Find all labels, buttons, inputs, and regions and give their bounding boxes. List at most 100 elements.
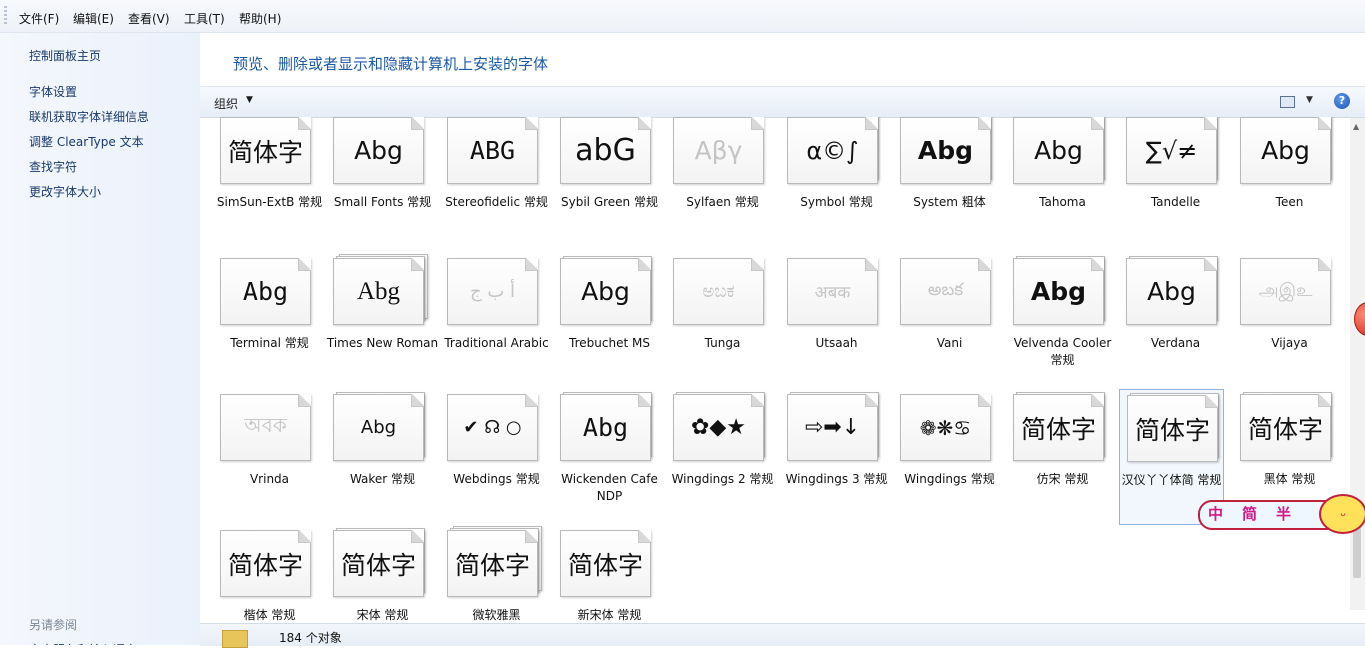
font-item[interactable]: 简体字 微软雅黑 [440, 525, 553, 623]
font-item[interactable]: Αβγ Sylfaen 常规 [666, 117, 779, 253]
page-front: abG [560, 117, 651, 184]
ime-chinese-mode-icon[interactable]: 中 [1208, 503, 1223, 524]
font-item[interactable]: Abg Tahoma [1006, 117, 1119, 253]
ime-simplified-icon[interactable]: 简 [1242, 503, 1257, 524]
font-sample-text: Abg [1261, 136, 1310, 165]
font-item[interactable]: Abg Terminal 常规 [213, 253, 326, 389]
font-item[interactable]: ∑√≠ Tandelle [1119, 117, 1232, 253]
menu-view[interactable]: 查看(V) [128, 10, 170, 27]
adjust-cleartype-link[interactable]: 调整 ClearType 文本 [29, 133, 144, 150]
font-item[interactable]: Abg Velvenda Cooler 常规 [1006, 253, 1119, 389]
font-item[interactable]: Abg Small Fonts 常规 [326, 117, 439, 253]
find-character-link[interactable]: 查找字符 [29, 158, 77, 175]
page-front: Abg [560, 394, 651, 461]
font-file-icon: அஇஉ [1240, 258, 1335, 325]
page-front: 简体字 [1127, 395, 1218, 462]
font-file-icon: Abg [1240, 117, 1335, 184]
font-sample-text: Abg [360, 417, 397, 438]
font-file-icon: అబక [900, 258, 995, 325]
font-name-label: Wingdings 3 常规 [785, 472, 888, 486]
font-sample-text: abG [575, 133, 636, 168]
font-item[interactable]: Abg System 粗体 [893, 117, 1006, 253]
control-panel-home-link[interactable]: 控制面板主页 [29, 47, 101, 64]
font-item[interactable]: 简体字 SimSun-ExtB 常规 [213, 117, 326, 253]
font-name-label: Trebuchet MS [569, 336, 650, 350]
item-count: 184 个对象 [279, 631, 342, 645]
page-front: Abg [560, 258, 651, 325]
font-name-label: SimSun-ExtB 常规 [216, 195, 323, 209]
font-item[interactable]: ⇨➡↓ Wingdings 3 常规 [780, 389, 893, 525]
font-settings-link[interactable]: 字体设置 [29, 83, 77, 100]
change-view-icon[interactable] [1280, 96, 1295, 108]
page-front: ❁❋♋ [900, 394, 991, 461]
font-item[interactable]: abG Sybil Green 常规 [553, 117, 666, 253]
page-front: அஇஉ [1240, 258, 1331, 325]
font-sample-text: ❁❋♋ [919, 415, 972, 440]
font-item[interactable]: ❁❋♋ Wingdings 常规 [893, 389, 1006, 525]
page-front: Abg [1013, 117, 1104, 184]
font-sample-text: Abg [1147, 277, 1196, 306]
font-item[interactable]: Abg Teen [1233, 117, 1346, 253]
menu-file[interactable]: 文件(F) [19, 10, 59, 27]
font-file-icon: 简体字 [560, 530, 655, 597]
scroll-up-icon[interactable]: ▲ [1353, 122, 1359, 131]
page-front: అబక [900, 258, 991, 325]
font-sample-text: Abg [917, 136, 974, 165]
font-name-label: Sylfaen 常规 [686, 195, 759, 209]
menu-bar: 文件(F) 编辑(E) 查看(V) 工具(T) 帮助(H) [0, 0, 1365, 33]
vertical-scrollbar[interactable]: ▲ [1350, 118, 1365, 610]
font-item[interactable]: Abg Times New Roman [326, 253, 439, 389]
menu-edit[interactable]: 编辑(E) [73, 10, 114, 27]
font-item[interactable]: अबक Utsaah [780, 253, 893, 389]
organize-dropdown-icon[interactable]: ▼ [246, 95, 253, 105]
font-file-icon: ⇨➡↓ [787, 392, 882, 461]
font-item[interactable]: 简体字 仿宋 常规 [1006, 389, 1119, 525]
view-dropdown-icon[interactable]: ▼ [1306, 95, 1313, 105]
font-sample-text: ಅಬಕ [702, 281, 735, 302]
font-item[interactable]: ಅಬಕ Tunga [666, 253, 779, 389]
font-sample-text: Abg [1030, 277, 1087, 306]
font-file-icon: 简体字 [447, 526, 542, 597]
get-font-info-online-link[interactable]: 联机获取字体详细信息 [29, 108, 149, 125]
font-item[interactable]: অবক Vrinda [213, 389, 326, 525]
font-item[interactable]: ✿◆★ Wingdings 2 常规 [666, 389, 779, 525]
command-bar: 组织 ▼ ▼ ? [200, 86, 1365, 118]
text-services-link[interactable]: 文本服务和输入语言 [29, 641, 137, 645]
content-pane: 预览、删除或者显示和隐藏计算机上安装的字体 组织 ▼ ▼ ? 简体字 SimSun… [200, 33, 1365, 648]
page-front: α©∫ [787, 117, 878, 184]
font-item[interactable]: అబక Vani [893, 253, 1006, 389]
font-item[interactable]: Abg Trebuchet MS [553, 253, 666, 389]
organize-button[interactable]: 组织 [214, 95, 238, 112]
ime-status-bar[interactable]: 中 简 半 ᴗ [1198, 494, 1365, 534]
font-item[interactable]: Abg Wickenden Cafe NDP [553, 389, 666, 525]
font-item[interactable]: 简体字 楷体 常规 [213, 525, 326, 623]
page-front: ✔ ☊ ○ [447, 394, 538, 461]
font-sample-text: अबक [814, 283, 851, 303]
font-name-label: 微软雅黑 [472, 608, 521, 622]
ime-half-width-icon[interactable]: 半 [1276, 503, 1291, 524]
font-file-icon: ❁❋♋ [900, 394, 995, 461]
font-name-label: Wickenden Cafe NDP [561, 472, 658, 503]
font-sample-text: Abg [242, 277, 289, 306]
font-item[interactable]: α©∫ Symbol 常规 [780, 117, 893, 253]
font-file-icon: অবক [220, 394, 315, 461]
font-name-label: 仿宋 常规 [1036, 472, 1089, 486]
page-front: अबक [787, 258, 878, 325]
help-icon[interactable]: ? [1334, 93, 1350, 109]
menu-tools[interactable]: 工具(T) [184, 10, 225, 27]
change-font-size-link[interactable]: 更改字体大小 [29, 183, 101, 200]
font-item[interactable]: 简体字 宋体 常规 [326, 525, 439, 623]
font-item[interactable]: 简体字 新宋体 常规 [553, 525, 666, 623]
font-file-icon: ✔ ☊ ○ [447, 394, 542, 461]
menu-help[interactable]: 帮助(H) [239, 10, 281, 27]
font-sample-text: Abg [581, 277, 630, 306]
font-item[interactable]: ABG Stereofidelic 常规 [440, 117, 553, 253]
font-item[interactable]: ✔ ☊ ○ Webdings 常规 [440, 389, 553, 525]
font-name-label: 汉仪丫丫体简 常规 [1121, 473, 1222, 487]
font-item[interactable]: Abg Waker 常规 [326, 389, 439, 525]
font-item[interactable]: அஇஉ Vijaya [1233, 253, 1346, 389]
font-sample-text: ABG [469, 136, 516, 165]
font-item[interactable]: أ ب ج Traditional Arabic [440, 253, 553, 389]
font-item[interactable]: Abg Verdana [1119, 253, 1232, 389]
font-name-label: Times New Roman [326, 336, 439, 350]
